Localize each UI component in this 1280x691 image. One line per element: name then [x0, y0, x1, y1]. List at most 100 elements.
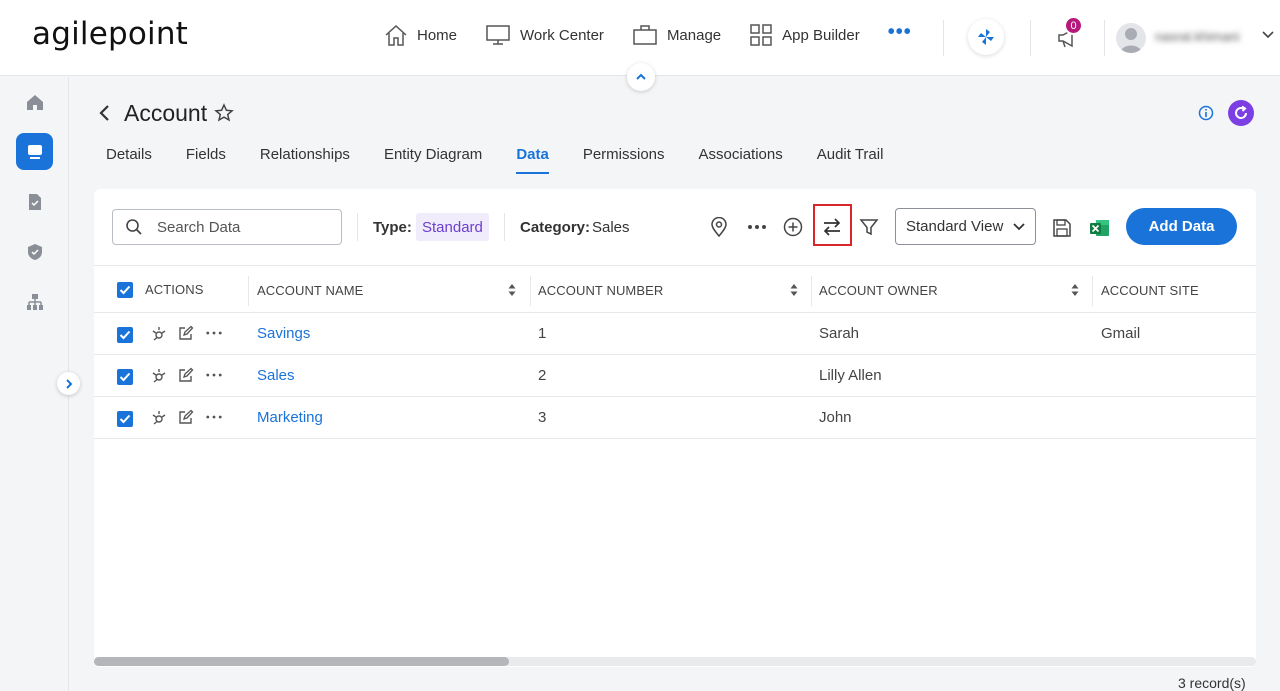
nav-work-center[interactable]: Work Center — [485, 24, 604, 46]
nav-home[interactable]: Home — [384, 24, 457, 46]
row-checkbox[interactable] — [117, 369, 133, 385]
excel-icon — [1090, 220, 1109, 236]
search-icon — [126, 219, 142, 235]
sidebar-item-data-entities[interactable] — [16, 133, 53, 170]
sidebar-item-documents[interactable] — [16, 183, 53, 220]
nav-more-button[interactable]: ••• — [888, 21, 912, 44]
sidebar-item-home[interactable] — [16, 83, 53, 120]
account-number-cell: 1 — [538, 325, 547, 342]
tab-permissions[interactable]: Permissions — [583, 146, 665, 174]
more-options-button[interactable] — [745, 215, 769, 239]
save-view-button[interactable] — [1050, 216, 1074, 240]
account-owner-cell: Lilly Allen — [819, 367, 882, 384]
main-nav: Home Work Center Manage App Builder ••• — [384, 21, 912, 46]
data-card: Search Data Type: Standard Category: Sal… — [94, 189, 1256, 667]
filter-button[interactable] — [857, 215, 881, 239]
edit-icon[interactable] — [178, 409, 194, 425]
agilepoint-logo[interactable]: agilepoint — [32, 16, 188, 52]
location-button[interactable] — [707, 215, 731, 239]
more-horizontal-icon[interactable] — [206, 325, 222, 341]
entity-tabs: Details Fields Relationships Entity Diag… — [106, 146, 917, 174]
divider — [357, 213, 358, 241]
search-placeholder: Search Data — [157, 218, 241, 236]
info-icon[interactable] — [1198, 105, 1214, 121]
refresh-button[interactable] — [1228, 100, 1254, 126]
refresh-icon — [1235, 105, 1248, 119]
workflow-icon[interactable] — [151, 325, 167, 341]
sort-icon[interactable] — [790, 283, 798, 297]
row-checkbox[interactable] — [117, 411, 133, 427]
export-excel-button[interactable] — [1088, 216, 1112, 240]
type-chip: Standard — [416, 213, 489, 241]
nav-work-center-label: Work Center — [520, 26, 604, 44]
divider — [1104, 20, 1105, 56]
nav-manage-label: Manage — [666, 26, 722, 44]
shield-icon — [27, 243, 42, 260]
monitor-icon — [27, 144, 42, 159]
check-icon — [119, 372, 131, 382]
column-header-account-owner[interactable]: ACCOUNT OWNER — [819, 283, 938, 298]
chevron-right-icon — [65, 378, 72, 389]
user-icon — [1120, 28, 1142, 53]
tab-entity-diagram[interactable]: Entity Diagram — [384, 146, 482, 174]
tab-associations[interactable]: Associations — [699, 146, 783, 174]
row-checkbox[interactable] — [117, 327, 133, 343]
tab-fields[interactable]: Fields — [186, 146, 226, 174]
avatar[interactable] — [1116, 23, 1146, 53]
nav-manage[interactable]: Manage — [632, 24, 721, 46]
table-row[interactable]: Savings 1 Sarah Gmail — [94, 313, 1256, 355]
tab-data[interactable]: Data — [516, 146, 549, 174]
expand-sidebar-button[interactable] — [57, 372, 80, 395]
more-horizontal-icon[interactable] — [206, 409, 222, 425]
column-header-account-site[interactable]: ACCOUNT SITE — [1101, 283, 1199, 298]
column-header-account-name[interactable]: ACCOUNT NAME — [257, 283, 363, 298]
account-name-link[interactable]: Savings — [257, 325, 310, 342]
account-owner-cell: John — [819, 409, 852, 426]
sidebar-item-security[interactable] — [16, 233, 53, 270]
home-icon — [385, 24, 407, 46]
add-data-button[interactable]: Add Data — [1126, 208, 1237, 245]
nav-app-builder[interactable]: App Builder — [749, 24, 860, 46]
ai-assistant-button[interactable] — [968, 19, 1004, 55]
favorite-star-icon[interactable] — [214, 103, 234, 123]
column-divider — [1092, 276, 1093, 306]
column-header-account-number[interactable]: ACCOUNT NUMBER — [538, 283, 663, 298]
user-name[interactable]: nasrat.khimani — [1155, 29, 1251, 45]
table-row[interactable]: Marketing 3 John — [94, 397, 1256, 439]
sort-icon[interactable] — [508, 283, 516, 297]
workflow-icon[interactable] — [151, 409, 167, 425]
tab-audit-trail[interactable]: Audit Trail — [817, 146, 884, 174]
collapse-header-button[interactable] — [627, 63, 655, 91]
workflow-icon[interactable] — [151, 367, 167, 383]
sidebar-item-hierarchy[interactable] — [16, 283, 53, 320]
notification-badge: 0 — [1064, 16, 1083, 35]
search-input[interactable]: Search Data — [112, 209, 342, 245]
check-icon — [119, 414, 131, 424]
edit-icon[interactable] — [178, 325, 194, 341]
category-value: Sales — [592, 219, 630, 236]
divider — [504, 213, 505, 241]
tab-relationships[interactable]: Relationships — [260, 146, 350, 174]
account-name-link[interactable]: Marketing — [257, 409, 323, 426]
chevron-down-icon[interactable] — [1262, 30, 1274, 40]
column-header-actions: ACTIONS — [145, 282, 204, 297]
account-name-link[interactable]: Sales — [257, 367, 295, 384]
briefcase-icon — [633, 25, 657, 45]
scrollbar-thumb[interactable] — [94, 657, 509, 666]
location-pin-icon — [711, 217, 727, 237]
edit-icon[interactable] — [178, 367, 194, 383]
tab-details[interactable]: Details — [106, 146, 152, 174]
add-circle-button[interactable] — [781, 215, 805, 239]
more-horizontal-icon[interactable] — [206, 367, 222, 383]
sort-icon[interactable] — [1071, 283, 1079, 297]
table-row[interactable]: Sales 2 Lilly Allen — [94, 355, 1256, 397]
view-select-value: Standard View — [906, 218, 1004, 235]
select-all-checkbox[interactable] — [117, 282, 133, 298]
check-icon — [119, 330, 131, 340]
column-divider — [811, 276, 812, 306]
chevron-up-icon — [636, 73, 646, 80]
category-label: Category: — [520, 219, 591, 236]
back-arrow-icon[interactable] — [98, 104, 112, 122]
nav-app-builder-label: App Builder — [782, 26, 860, 44]
view-select[interactable]: Standard View — [895, 208, 1036, 245]
